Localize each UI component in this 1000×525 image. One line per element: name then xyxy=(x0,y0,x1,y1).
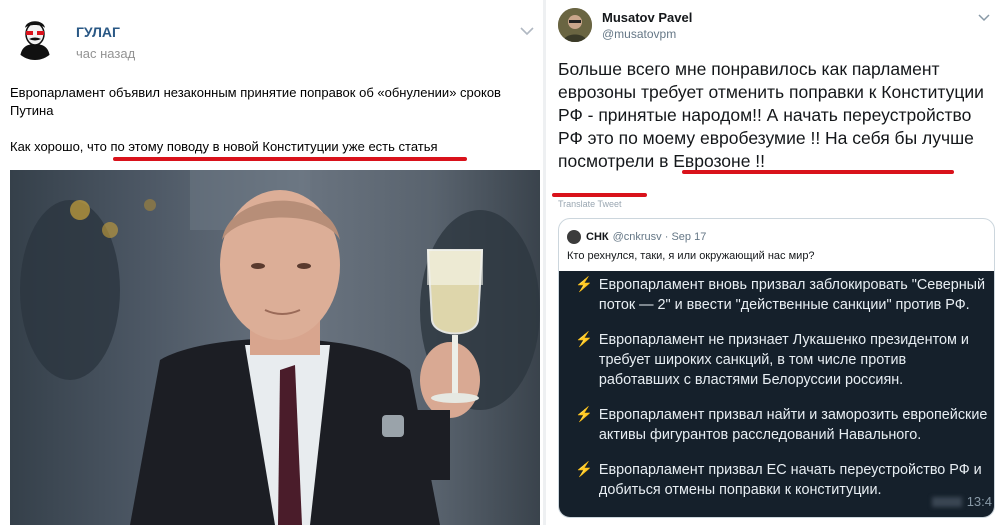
user-avatar-icon xyxy=(558,8,592,42)
avatar[interactable] xyxy=(12,14,58,60)
list-item: ⚡ Европарламент вновь призвал заблокиров… xyxy=(575,275,988,315)
lightning-icon: ⚡ xyxy=(575,407,593,423)
list-item: ⚡ Европарламент не признает Лукашенко пр… xyxy=(575,330,988,390)
vk-post: ГУЛАГ час назад Европарламент объявил не… xyxy=(0,0,540,525)
blurred-text xyxy=(932,497,962,507)
post-text-highlight: по этому поводу в новой Конституции уже … xyxy=(110,139,438,154)
avatar[interactable] xyxy=(558,8,592,42)
post-text: Европарламент объявил незаконным приняти… xyxy=(10,85,501,118)
post-time[interactable]: час назад xyxy=(76,46,135,61)
translate-link[interactable]: Translate Tweet xyxy=(558,199,622,209)
stalin-avatar-icon xyxy=(12,14,58,60)
lightning-icon: ⚡ xyxy=(575,462,593,478)
chevron-down-icon[interactable] xyxy=(978,14,990,22)
red-underline xyxy=(552,193,647,197)
tweet-author[interactable]: Musatov Pavel xyxy=(602,10,692,25)
quote-author: СНК xyxy=(586,231,609,243)
lightning-icon: ⚡ xyxy=(575,277,593,293)
red-underline xyxy=(682,170,954,174)
tweet-handle[interactable]: @musatovpm xyxy=(602,27,676,41)
list-item-text: Европарламент вновь призвал заблокироват… xyxy=(598,277,986,313)
red-underline xyxy=(113,157,467,161)
quote-header: СНК @cnkrusv · Sep 17 xyxy=(567,229,706,245)
tweet: Musatov Pavel @musatovpm Больше всего мн… xyxy=(548,0,1000,525)
panel-divider xyxy=(543,0,546,525)
list-item: ⚡ Европарламент призвал ЕС начать переус… xyxy=(575,460,988,500)
avatar xyxy=(567,230,581,244)
tweet-text: Больше всего мне понравилось как парламе… xyxy=(558,58,998,173)
list-item: ⚡ Европарламент призвал найти и заморози… xyxy=(575,405,988,445)
chevron-down-icon[interactable] xyxy=(520,26,534,36)
list-item-text: Европарламент призвал ЕС начать переустр… xyxy=(598,462,982,498)
quote-handle: @cnkrusv · Sep 17 xyxy=(612,231,707,243)
lightning-icon: ⚡ xyxy=(575,332,593,348)
quote-image-time: 13:4 xyxy=(966,494,992,509)
quote-question: Кто рехнулся, таки, я или окружающий нас… xyxy=(567,250,815,262)
list-item-text: Европарламент не признает Лукашенко през… xyxy=(598,332,969,388)
post-author[interactable]: ГУЛАГ xyxy=(76,24,120,40)
photo-illustration xyxy=(20,170,540,525)
list-item-text: Европарламент призвал найти и заморозить… xyxy=(598,407,988,443)
quoted-tweet[interactable]: СНК @cnkrusv · Sep 17 Кто рехнулся, таки… xyxy=(558,218,995,518)
post-text-prefix: Как хорошо, что xyxy=(10,139,111,154)
post-photo[interactable] xyxy=(10,170,540,525)
post-text-2: Как хорошо, что по этому поводу в новой … xyxy=(10,138,530,156)
quote-image: ⚡ Европарламент вновь призвал заблокиров… xyxy=(559,271,994,517)
